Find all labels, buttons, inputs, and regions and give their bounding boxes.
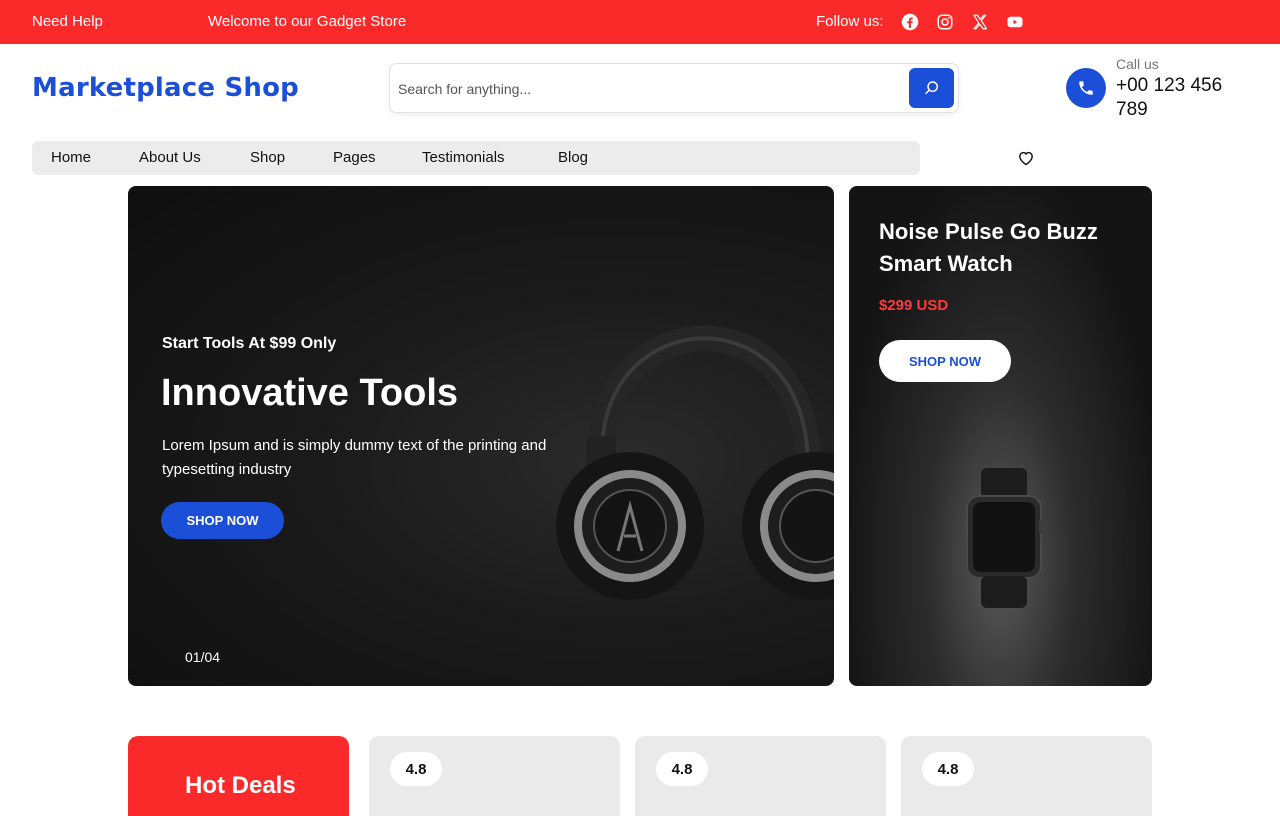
nav-item-home[interactable]: Home bbox=[51, 149, 91, 166]
x-icon[interactable] bbox=[970, 12, 990, 32]
hot-deals-banner: Hot Deals bbox=[128, 736, 349, 816]
search-button[interactable] bbox=[909, 68, 954, 108]
product-card[interactable]: 4.8 bbox=[369, 736, 620, 816]
nav-item-about-us[interactable]: About Us bbox=[139, 149, 201, 166]
hero-headline: Innovative Tools bbox=[161, 372, 459, 414]
smart-watch-image bbox=[966, 468, 1044, 608]
hero-banner: Start Tools At $99 Only Innovative Tools… bbox=[128, 186, 834, 686]
nav-item-testimonials[interactable]: Testimonials bbox=[422, 149, 505, 166]
heart-icon[interactable] bbox=[1017, 150, 1035, 166]
product-card[interactable]: 4.8 bbox=[635, 736, 886, 816]
promo-shop-now-button[interactable]: SHOP NOW bbox=[879, 340, 1011, 382]
phone-icon[interactable] bbox=[1066, 68, 1106, 108]
slide-counter: 01/04 bbox=[185, 649, 221, 665]
rating-badge: 4.8 bbox=[922, 752, 974, 786]
youtube-icon[interactable] bbox=[1005, 12, 1025, 32]
nav-item-blog[interactable]: Blog bbox=[558, 149, 588, 166]
search-bar bbox=[389, 63, 959, 113]
facebook-icon[interactable] bbox=[900, 12, 920, 32]
search-icon bbox=[924, 81, 938, 95]
hero-eyebrow: Start Tools At $99 Only bbox=[162, 335, 337, 352]
follow-us-label: Follow us: bbox=[816, 13, 884, 30]
nav-item-shop[interactable]: Shop bbox=[250, 149, 285, 166]
welcome-message: Welcome to our Gadget Store bbox=[208, 13, 407, 30]
rating-badge: 4.8 bbox=[390, 752, 442, 786]
hero-description: Lorem Ipsum and is simply dummy text of … bbox=[162, 437, 547, 478]
need-help-link[interactable]: Need Help bbox=[32, 13, 103, 30]
rating-badge: 4.8 bbox=[656, 752, 708, 786]
main-nav: Home About Us Shop Pages Testimonials Bl… bbox=[32, 141, 920, 175]
call-number[interactable]: +00 123 456 789 bbox=[1116, 74, 1246, 122]
hero-shop-now-button[interactable]: SHOP NOW bbox=[161, 502, 284, 539]
headphones-image bbox=[556, 325, 834, 600]
site-logo[interactable]: Marketplace Shop bbox=[32, 73, 299, 103]
instagram-icon[interactable] bbox=[935, 12, 955, 32]
promo-title: Noise Pulse Go Buzz Smart Watch bbox=[879, 219, 1098, 276]
hot-deals-title: Hot Deals bbox=[185, 772, 296, 799]
promo-card: Noise Pulse Go Buzz Smart Watch $299 USD… bbox=[849, 186, 1152, 686]
promo-price: $299 USD bbox=[879, 297, 949, 314]
search-input[interactable] bbox=[398, 76, 898, 102]
top-bar: Need Help Welcome to our Gadget Store Fo… bbox=[0, 0, 1280, 44]
product-card[interactable]: 4.8 bbox=[901, 736, 1152, 816]
nav-item-pages[interactable]: Pages bbox=[333, 149, 376, 166]
call-us-label: Call us bbox=[1116, 56, 1159, 72]
